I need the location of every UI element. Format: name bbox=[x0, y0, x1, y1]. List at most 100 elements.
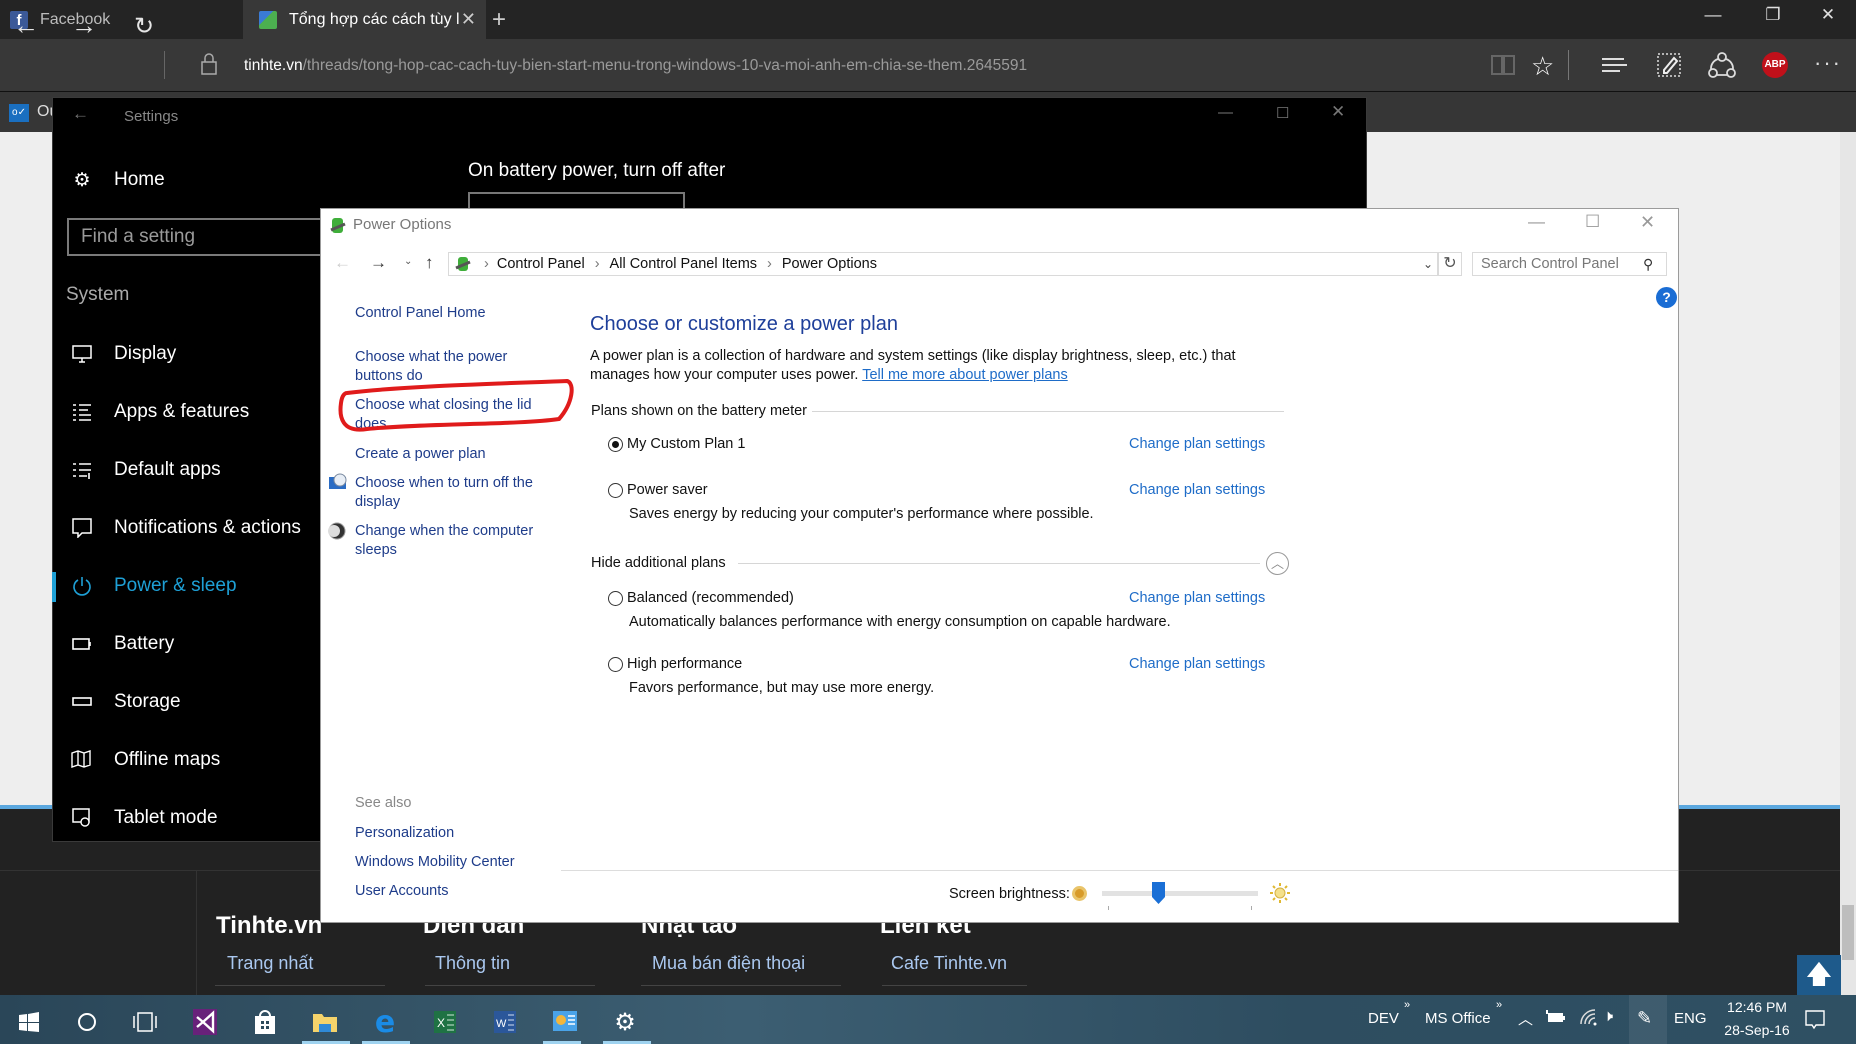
settings-home[interactable]: ⚙ Home bbox=[70, 168, 164, 192]
minimize-button[interactable]: — bbox=[1685, 5, 1741, 25]
settings-minimize-button[interactable]: — bbox=[1218, 104, 1233, 121]
cortana-icon[interactable] bbox=[58, 1000, 116, 1044]
brightness-slider[interactable] bbox=[1102, 891, 1258, 896]
collapse-plans-button[interactable]: ︿ bbox=[1266, 552, 1289, 575]
store-icon[interactable] bbox=[236, 1000, 294, 1044]
footer-link[interactable]: Thông tin bbox=[435, 953, 510, 974]
power-minimize-button[interactable]: — bbox=[1528, 212, 1545, 232]
plan-radio[interactable] bbox=[608, 482, 623, 498]
scrollbar-thumb[interactable] bbox=[1842, 905, 1854, 960]
find-setting-input[interactable]: Find a setting bbox=[67, 218, 327, 256]
help-icon[interactable]: ? bbox=[1656, 287, 1677, 308]
settings-nav-notifications[interactable]: Notifications & actions bbox=[70, 516, 301, 540]
settings-nav-default-apps[interactable]: Default apps bbox=[70, 458, 221, 482]
word-icon[interactable]: W bbox=[476, 1000, 534, 1044]
create-power-plan-link[interactable]: Create a power plan bbox=[355, 445, 486, 464]
chevron-icon[interactable]: » bbox=[1404, 999, 1410, 1011]
breadcrumb-item[interactable]: Control Panel bbox=[497, 256, 585, 272]
personalization-link[interactable]: Personalization bbox=[355, 824, 454, 843]
volume-icon[interactable]: 🕨 bbox=[1603, 1008, 1613, 1026]
explorer-back-button[interactable]: ← bbox=[334, 253, 351, 273]
change-plan-settings-link[interactable]: Change plan settings bbox=[1129, 482, 1265, 498]
footer-link[interactable]: Cafe Tinhte.vn bbox=[891, 953, 1007, 974]
settings-maximize-button[interactable]: ☐ bbox=[1276, 104, 1289, 122]
clock-time[interactable]: 12:46 PM bbox=[1723, 999, 1791, 1015]
user-accounts-link[interactable]: User Accounts bbox=[355, 882, 449, 901]
settings-nav-display[interactable]: Display bbox=[70, 342, 176, 366]
battery-tray-icon[interactable] bbox=[1546, 1010, 1566, 1024]
back-to-top-button[interactable]: 🡅 bbox=[1797, 955, 1841, 995]
control-panel-icon[interactable] bbox=[536, 1000, 594, 1044]
search-icon[interactable]: ⚲ bbox=[1643, 256, 1653, 273]
change-plan-settings-link[interactable]: Change plan settings bbox=[1129, 590, 1265, 606]
settings-nav-storage[interactable]: Storage bbox=[70, 690, 181, 714]
action-center-icon[interactable] bbox=[1805, 1010, 1825, 1030]
power-maximize-button[interactable]: ☐ bbox=[1585, 212, 1600, 232]
power-close-button[interactable]: ✕ bbox=[1640, 212, 1655, 233]
task-view-icon[interactable] bbox=[116, 1000, 174, 1044]
control-panel-home-link[interactable]: Control Panel Home bbox=[355, 304, 486, 323]
file-explorer-icon[interactable] bbox=[296, 1000, 354, 1044]
settings-nav-offline-maps[interactable]: Offline maps bbox=[70, 748, 220, 772]
favorite-star-icon[interactable]: ☆ bbox=[1531, 51, 1561, 81]
show-hidden-icons[interactable]: ︿ bbox=[1518, 1008, 1533, 1029]
plan-radio-selected[interactable] bbox=[608, 436, 623, 452]
search-control-panel-input[interactable]: Search Control Panel bbox=[1472, 252, 1667, 276]
excel-icon[interactable]: X bbox=[416, 1000, 474, 1044]
chevron-icon[interactable]: » bbox=[1496, 999, 1502, 1011]
settings-nav-tablet-mode[interactable]: Tablet mode bbox=[70, 806, 218, 830]
more-icon[interactable]: ··· bbox=[1814, 50, 1842, 76]
restore-button[interactable]: ❐ bbox=[1745, 5, 1801, 25]
address-dropdown-icon[interactable]: ⌄ bbox=[1423, 257, 1433, 271]
edge-icon[interactable]: e bbox=[356, 1000, 414, 1044]
outlook-icon[interactable]: o✓ bbox=[9, 104, 29, 122]
close-tab-icon[interactable]: ✕ bbox=[461, 9, 476, 30]
web-note-icon[interactable] bbox=[1656, 52, 1686, 82]
footer-link[interactable]: Trang nhất bbox=[227, 953, 313, 974]
visual-studio-icon[interactable] bbox=[176, 1000, 234, 1044]
plan-radio[interactable] bbox=[608, 656, 623, 672]
settings-back-button[interactable]: ← bbox=[72, 104, 89, 124]
share-icon[interactable] bbox=[1708, 52, 1738, 82]
breadcrumb-item[interactable]: All Control Panel Items bbox=[610, 256, 757, 272]
plan-row[interactable]: High performance bbox=[608, 656, 742, 672]
explorer-forward-button[interactable]: → bbox=[370, 253, 387, 273]
footer-link[interactable]: Mua bán điện thoại bbox=[652, 953, 805, 974]
new-tab-button[interactable]: + bbox=[492, 6, 506, 34]
page-scrollbar[interactable] bbox=[1840, 132, 1856, 995]
toolbar-dev[interactable]: DEV bbox=[1368, 1010, 1399, 1027]
plan-row[interactable]: My Custom Plan 1 bbox=[608, 436, 745, 452]
plan-row[interactable]: Balanced (recommended) bbox=[608, 590, 794, 606]
refresh-button[interactable]: ↻ bbox=[1438, 252, 1462, 276]
settings-close-button[interactable]: ✕ bbox=[1331, 102, 1345, 122]
start-icon[interactable] bbox=[0, 1000, 58, 1044]
forward-button[interactable]: → bbox=[64, 10, 104, 41]
close-window-button[interactable]: ✕ bbox=[1800, 5, 1856, 25]
learn-more-link[interactable]: Tell me more about power plans bbox=[862, 367, 1068, 383]
turn-off-display-link[interactable]: Choose when to turn off the display bbox=[355, 474, 545, 512]
settings-nav-power-sleep[interactable]: Power & sleep bbox=[70, 574, 237, 598]
back-button[interactable]: ← bbox=[6, 10, 46, 41]
recent-locations-button[interactable]: ⌄ bbox=[404, 256, 412, 267]
change-plan-settings-link[interactable]: Change plan settings bbox=[1129, 656, 1265, 672]
toolbar-ms-office[interactable]: MS Office bbox=[1425, 1010, 1491, 1027]
computer-sleeps-link[interactable]: Change when the computer sleeps bbox=[355, 522, 545, 560]
settings-nav-battery[interactable]: Battery bbox=[70, 632, 174, 656]
breadcrumb-item[interactable]: Power Options bbox=[782, 256, 877, 272]
clock-date[interactable]: 28-Sep-16 bbox=[1717, 1022, 1797, 1038]
tab-tinhte[interactable]: Tổng hợp các cách tùy l ✕ bbox=[243, 0, 486, 39]
refresh-button[interactable]: ↻ bbox=[124, 12, 164, 41]
adblock-plus-icon[interactable]: ABP bbox=[1762, 52, 1788, 78]
hub-icon[interactable] bbox=[1601, 55, 1631, 85]
url-field[interactable]: tinhte.vn/threads/tong-hop-cac-cach-tuy-… bbox=[244, 57, 1027, 75]
plan-row[interactable]: Power saver bbox=[608, 482, 708, 498]
reading-view-icon[interactable] bbox=[1490, 53, 1520, 83]
additional-plans-label[interactable]: Hide additional plans bbox=[591, 555, 726, 571]
change-plan-settings-link[interactable]: Change plan settings bbox=[1129, 436, 1265, 452]
breadcrumb[interactable]: › Control Panel › All Control Panel Item… bbox=[448, 252, 1438, 276]
up-button[interactable]: ↑ bbox=[425, 253, 434, 273]
wifi-icon[interactable] bbox=[1579, 1008, 1599, 1026]
language-indicator[interactable]: ENG bbox=[1674, 1010, 1707, 1027]
mobility-center-link[interactable]: Windows Mobility Center bbox=[355, 853, 515, 872]
settings-nav-apps-features[interactable]: Apps & features bbox=[70, 400, 249, 424]
